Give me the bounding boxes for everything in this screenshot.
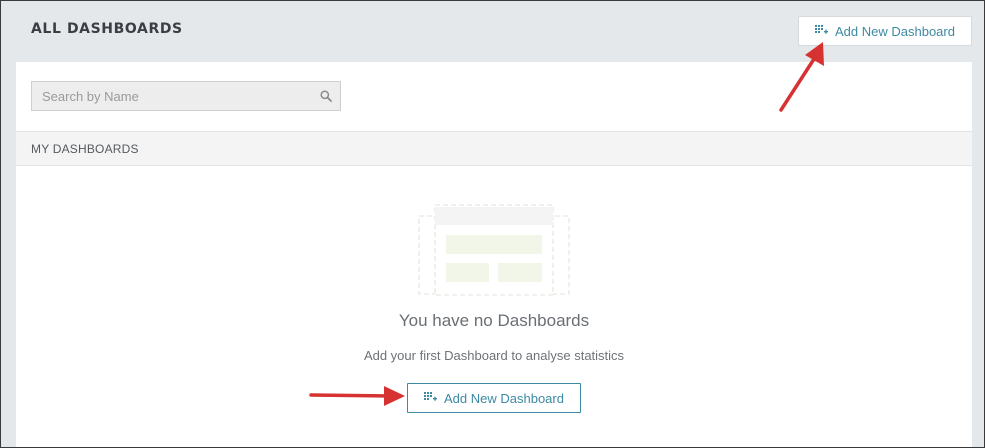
search-box[interactable] — [31, 81, 341, 111]
search-input[interactable] — [32, 82, 312, 110]
add-new-dashboard-label: Add New Dashboard — [835, 23, 955, 39]
dashboards-panel: MY DASHBOARDS You have no Dashboards Add… — [16, 62, 972, 447]
section-title: MY DASHBOARDS — [31, 141, 139, 156]
add-new-dashboard-button-center[interactable]: Add New Dashboard — [407, 383, 581, 413]
app-window: ALL DASHBOARDS Add New Dashboard Search … — [0, 0, 985, 448]
add-new-dashboard-button[interactable]: Add New Dashboard — [798, 16, 972, 46]
dashboard-placeholder-illustration — [418, 204, 570, 301]
empty-state-title: You have no Dashboards — [398, 311, 590, 330]
dashboard-add-icon — [424, 391, 438, 406]
my-dashboards-section-header: MY DASHBOARDS — [16, 131, 972, 166]
empty-state-subtitle: Add your first Dashboard to analyse stat… — [363, 348, 625, 363]
dashboard-add-icon — [815, 24, 829, 39]
add-new-dashboard-center-label: Add New Dashboard — [444, 390, 564, 406]
page-title: ALL DASHBOARDS — [31, 21, 183, 37]
search-icon[interactable] — [312, 82, 340, 110]
